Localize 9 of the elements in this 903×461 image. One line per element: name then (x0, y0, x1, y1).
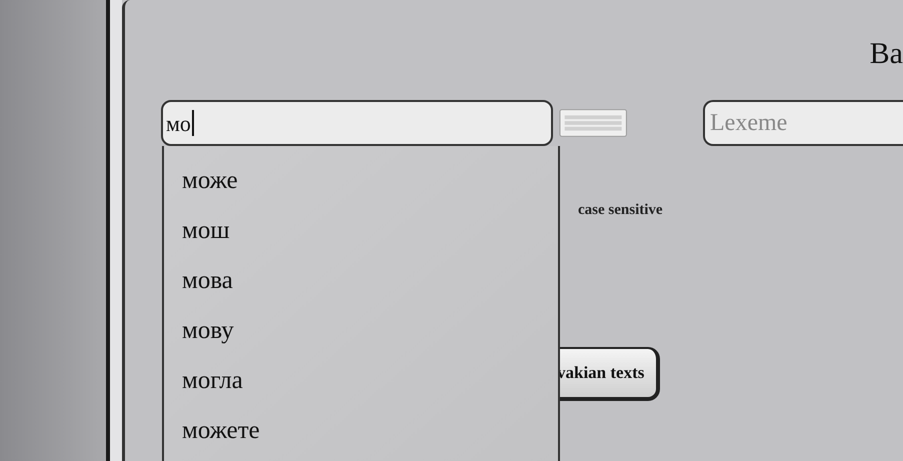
suggestion-item[interactable]: мош (182, 216, 558, 246)
suggestion-item[interactable]: можете (182, 416, 558, 446)
search-field[interactable]: мо (161, 100, 553, 146)
suggestion-item[interactable]: мова (182, 266, 558, 296)
suggestion-item[interactable]: може (182, 166, 558, 196)
page-heading: Ba (870, 36, 903, 72)
keyboard-icon[interactable] (558, 108, 627, 138)
case-sensitive-label: case sensitive (578, 202, 663, 218)
suggestion-item[interactable]: мову (182, 316, 558, 346)
